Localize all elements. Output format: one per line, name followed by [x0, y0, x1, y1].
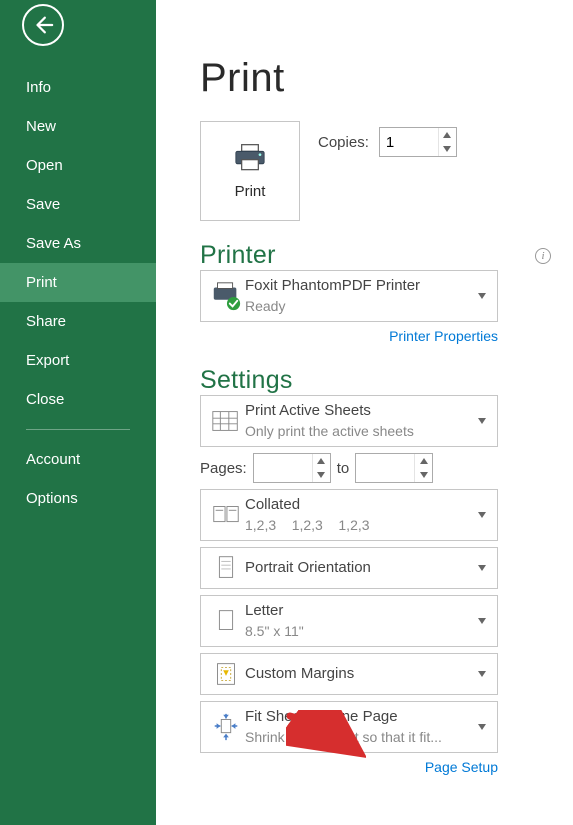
settings-heading: Settings: [200, 366, 555, 395]
sidebar-item-info[interactable]: Info: [0, 68, 156, 107]
pages-from-spinner[interactable]: [253, 453, 331, 483]
arrow-left-icon: [32, 14, 54, 36]
pages-to-spinner[interactable]: [355, 453, 433, 483]
sidebar-item-save[interactable]: Save: [0, 185, 156, 224]
copies-input[interactable]: [380, 128, 438, 156]
print-what-sub: Only print the active sheets: [245, 422, 475, 441]
orientation-title: Portrait Orientation: [245, 558, 475, 578]
copies-spinner[interactable]: [379, 127, 457, 157]
margins-title: Custom Margins: [245, 664, 475, 684]
sidebar-item-close[interactable]: Close: [0, 380, 156, 419]
pages-to-down[interactable]: [415, 468, 432, 482]
collate-title: Collated: [245, 495, 475, 515]
paper-title: Letter: [245, 601, 475, 621]
page-setup-link[interactable]: Page Setup: [425, 759, 498, 775]
back-button[interactable]: [22, 4, 64, 46]
print-button[interactable]: Print: [200, 121, 300, 221]
printer-status: Ready: [245, 297, 475, 316]
sheets-icon: [207, 405, 245, 437]
page-title: Print: [200, 56, 555, 101]
chevron-down-icon: [475, 512, 489, 518]
copies-label: Copies:: [318, 134, 369, 151]
chevron-down-icon: [475, 293, 489, 299]
print-panel: Print Print Copies:: [156, 0, 573, 825]
chevron-down-icon: [475, 418, 489, 424]
copies-step-up[interactable]: [439, 128, 456, 142]
printer-icon: [232, 143, 268, 173]
sidebar-item-save-as[interactable]: Save As: [0, 224, 156, 263]
pages-to-input[interactable]: [356, 454, 414, 482]
printer-heading: Printer: [200, 241, 276, 270]
sidebar-item-new[interactable]: New: [0, 107, 156, 146]
scaling-dropdown[interactable]: Fit Sheet on One Page Shrink the printou…: [200, 701, 498, 753]
paper-sub: 8.5" x 11": [245, 622, 475, 641]
page-icon: [207, 605, 245, 637]
printer-properties-link[interactable]: Printer Properties: [389, 328, 498, 344]
chevron-down-icon: [475, 671, 489, 677]
portrait-icon: [207, 552, 245, 584]
collate-sub: 1,2,3 1,2,3 1,2,3: [245, 516, 475, 535]
margins-dropdown[interactable]: Custom Margins: [200, 653, 498, 695]
orientation-dropdown[interactable]: Portrait Orientation: [200, 547, 498, 589]
sidebar-item-export[interactable]: Export: [0, 341, 156, 380]
sidebar-item-share[interactable]: Share: [0, 302, 156, 341]
paper-size-dropdown[interactable]: Letter 8.5" x 11": [200, 595, 498, 647]
sidebar-item-print[interactable]: Print: [0, 263, 156, 302]
chevron-down-icon: [475, 618, 489, 624]
sidebar-item-account[interactable]: Account: [0, 440, 156, 479]
printer-name: Foxit PhantomPDF Printer: [245, 276, 475, 296]
copies-step-down[interactable]: [439, 142, 456, 156]
pages-from-input[interactable]: [254, 454, 312, 482]
pages-from-down[interactable]: [313, 468, 330, 482]
sidebar-item-open[interactable]: Open: [0, 146, 156, 185]
scaling-title: Fit Sheet on One Page: [245, 707, 475, 727]
backstage-sidebar: Info New Open Save Save As Print Share E…: [0, 0, 156, 825]
printer-status-icon: [207, 280, 245, 312]
printer-info-icon[interactable]: i: [535, 248, 551, 264]
scaling-sub: Shrink the printout so that it fit...: [245, 728, 475, 747]
margins-icon: [207, 658, 245, 690]
pages-label: Pages:: [200, 460, 247, 477]
sidebar-separator: [26, 429, 130, 430]
sidebar-item-options[interactable]: Options: [0, 479, 156, 518]
collate-icon: [207, 499, 245, 531]
pages-from-up[interactable]: [313, 454, 330, 468]
print-button-label: Print: [235, 183, 266, 200]
pages-to-up[interactable]: [415, 454, 432, 468]
collate-dropdown[interactable]: Collated 1,2,3 1,2,3 1,2,3: [200, 489, 498, 541]
chevron-down-icon: [475, 565, 489, 571]
print-what-dropdown[interactable]: Print Active Sheets Only print the activ…: [200, 395, 498, 447]
fit-page-icon: [207, 711, 245, 743]
printer-dropdown[interactable]: Foxit PhantomPDF Printer Ready: [200, 270, 498, 322]
print-what-title: Print Active Sheets: [245, 401, 475, 421]
sidebar-list: Info New Open Save Save As Print Share E…: [0, 68, 156, 518]
pages-to-label: to: [337, 460, 350, 477]
chevron-down-icon: [475, 724, 489, 730]
